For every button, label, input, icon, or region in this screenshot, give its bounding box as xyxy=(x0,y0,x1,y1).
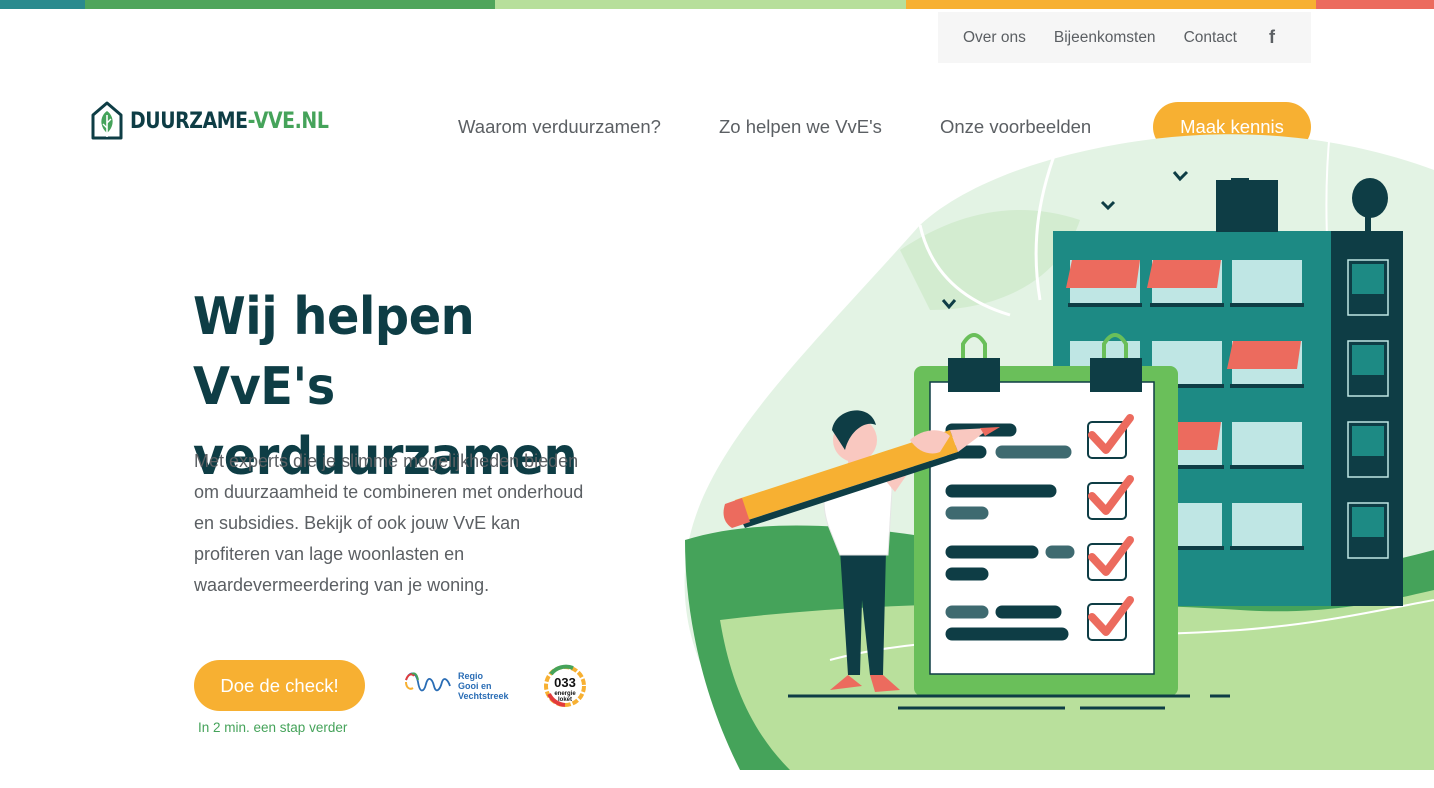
house-leaf-icon xyxy=(91,101,123,140)
utility-link-bijeenkomsten[interactable]: Bijeenkomsten xyxy=(1054,29,1156,47)
cta-subtext: In 2 min. een stap verder xyxy=(198,720,348,735)
utility-link-contact[interactable]: Contact xyxy=(1184,29,1237,47)
hero-illustration xyxy=(684,130,1434,770)
top-color-bar xyxy=(0,0,1434,9)
partner1-line3: Vechtstreek xyxy=(458,691,510,701)
nav-waarom-verduurzamen[interactable]: Waarom verduurzamen? xyxy=(458,116,661,138)
partner2-line3: loket xyxy=(558,697,572,703)
logo-text-part1: DUURZAME xyxy=(130,108,248,134)
energieloket-033-logo[interactable]: 033 energie loket xyxy=(543,660,587,712)
regio-gooi-vechtstreek-logo[interactable]: Regio Gooi en Vechtstreek xyxy=(404,668,516,704)
partner2-line1: 033 xyxy=(554,675,576,690)
logo-text-part2: -VVE.NL xyxy=(247,108,329,134)
site-logo[interactable]: DUURZAME-VVE.NL xyxy=(90,101,361,141)
partner1-line1: Regio xyxy=(458,671,484,681)
facebook-icon[interactable]: f xyxy=(1265,27,1279,48)
partner1-line2: Gooi en xyxy=(458,681,492,691)
utility-link-over-ons[interactable]: Over ons xyxy=(963,29,1026,47)
utility-nav: Over ons Bijeenkomsten Contact f xyxy=(938,12,1311,63)
doe-de-check-button[interactable]: Doe de check! xyxy=(194,660,365,711)
logo-text: DUURZAME-VVE.NL xyxy=(130,108,329,134)
hero-description: Met experts die je slimme mogelijkheden … xyxy=(194,451,584,595)
